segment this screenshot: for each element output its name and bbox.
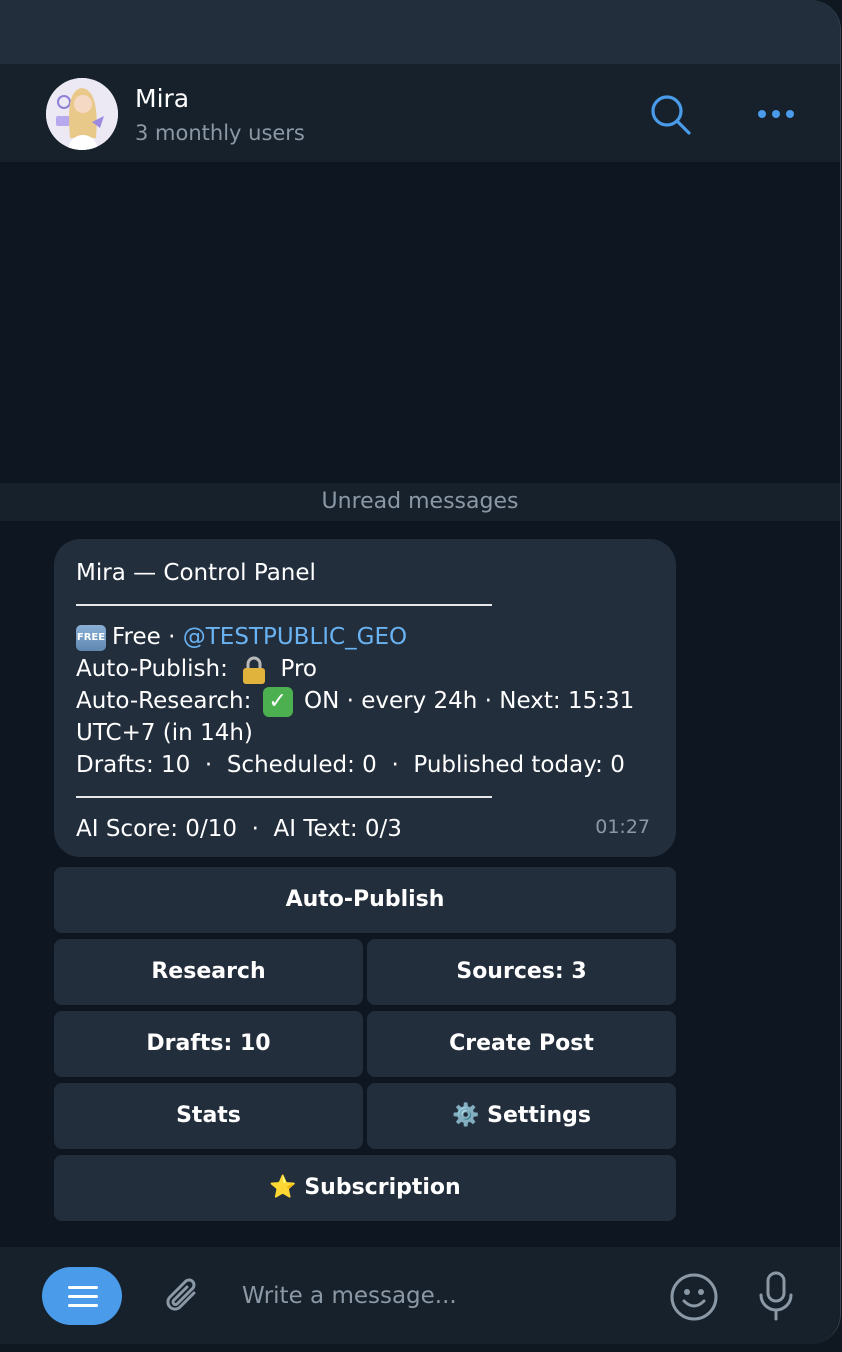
- auto-publish-button[interactable]: Auto-Publish: [54, 867, 676, 933]
- subscription-button[interactable]: ⭐ Subscription: [54, 1155, 676, 1221]
- channel-link[interactable]: @TESTPUBLIC_GEO: [183, 624, 407, 650]
- chat-title: Mira: [135, 84, 190, 113]
- auto-research-line: Auto-Research: ✓ ON · every 24h · Next: …: [76, 685, 654, 717]
- menu-icon-bar: [68, 1304, 98, 1307]
- drafts-button[interactable]: Drafts: 10: [54, 1011, 363, 1077]
- stats-button[interactable]: Stats: [54, 1083, 363, 1149]
- search-button[interactable]: [646, 90, 694, 138]
- menu-icon: [68, 1286, 98, 1289]
- create-post-button[interactable]: Create Post: [367, 1011, 676, 1077]
- attach-button[interactable]: [160, 1273, 208, 1321]
- emoji-button[interactable]: [668, 1271, 720, 1323]
- telegram-window: Mira 3 monthly users Unread messages Mir…: [0, 0, 841, 1344]
- menu-icon-bar: [68, 1295, 98, 1298]
- emoji-icon: [670, 1273, 718, 1321]
- chat-header: Mira 3 monthly users: [0, 64, 840, 163]
- sources-button[interactable]: Sources: 3: [367, 939, 676, 1005]
- search-icon: [651, 95, 691, 135]
- plan-line: FREE Free · @TESTPUBLIC_GEO: [76, 621, 654, 653]
- research-button[interactable]: Research: [54, 939, 363, 1005]
- unread-separator: Unread messages: [0, 483, 840, 521]
- free-icon: FREE: [76, 624, 106, 651]
- settings-button[interactable]: ⚙️ Settings: [367, 1083, 676, 1149]
- auto-research-label: Auto-Research:: [76, 688, 259, 714]
- divider: [76, 796, 492, 798]
- message-composer: [0, 1246, 840, 1344]
- message-list[interactable]: Unread messages Mira — Control Panel FRE…: [0, 163, 840, 1246]
- more-icon: [758, 110, 794, 118]
- auto-publish-label: Auto-Publish:: [76, 656, 236, 682]
- microphone-button[interactable]: [752, 1269, 800, 1323]
- control-panel-message[interactable]: Mira — Control Panel FREE Free · @TESTPUB…: [54, 539, 676, 857]
- auto-publish-line: Auto-Publish: Pro: [76, 653, 654, 685]
- chat-avatar[interactable]: [46, 78, 118, 150]
- mic-icon: [759, 1271, 793, 1321]
- check-icon: ✓: [262, 686, 293, 717]
- auto-research-next: UTC+7 (in 14h): [76, 720, 253, 746]
- chat-status: 3 monthly users: [135, 121, 305, 145]
- counts-line: Drafts: 10 · Scheduled: 0 · Published to…: [76, 752, 625, 778]
- auto-publish-value: Pro: [273, 656, 317, 682]
- bot-menu-button[interactable]: [42, 1267, 122, 1325]
- scores-line: AI Score: 0/10 · AI Text: 0/3: [76, 816, 402, 842]
- plan-label: Free ·: [112, 624, 183, 650]
- message-title: Mira — Control Panel: [76, 560, 316, 586]
- attach-icon: [166, 1278, 196, 1311]
- message-time: 01:27: [595, 816, 650, 838]
- more-button[interactable]: [752, 94, 800, 134]
- divider: [76, 604, 492, 606]
- message-input[interactable]: [232, 1269, 652, 1323]
- title-bar: [0, 0, 840, 64]
- lock-icon: [241, 655, 267, 685]
- auto-research-value: ON · every 24h · Next: 15:31: [296, 688, 635, 714]
